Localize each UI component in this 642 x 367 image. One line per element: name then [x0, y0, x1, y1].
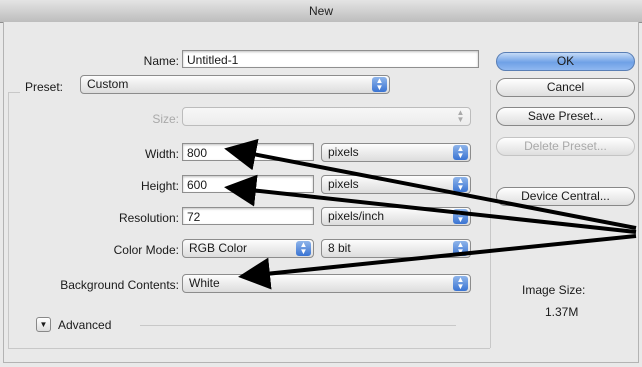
preset-group-border-bottom [8, 348, 490, 349]
up-down-arrows-icon: ▲ ▼ [453, 241, 468, 256]
background-select[interactable]: White ▲ ▼ [182, 274, 471, 293]
preset-label: Preset: [25, 80, 64, 94]
preset-select[interactable]: Custom ▲ ▼ [80, 75, 390, 94]
advanced-label: Advanced [58, 318, 112, 332]
height-unit-value: pixels [328, 177, 359, 191]
device-central-button[interactable]: Device Central... [496, 187, 635, 206]
background-value: White [189, 276, 220, 290]
background-label: Background Contents: [60, 278, 179, 292]
up-down-arrows-icon: ▲ ▼ [296, 241, 311, 256]
width-unit-value: pixels [328, 145, 359, 159]
height-field[interactable]: 600 [182, 175, 314, 193]
size-select: ▲ ▼ [182, 107, 471, 126]
resolution-unit-value: pixels/inch [328, 209, 385, 223]
width-field[interactable]: 800 [182, 143, 314, 161]
width-label: Width: [144, 147, 179, 161]
preset-group-border-left [8, 92, 9, 348]
up-down-arrows-icon: ▲ ▼ [372, 77, 387, 92]
up-down-arrows-icon: ▲ ▼ [453, 145, 468, 160]
name-label: Name: [143, 54, 179, 68]
width-unit-select[interactable]: pixels ▲ ▼ [321, 143, 471, 162]
preset-group-border-right [490, 80, 491, 348]
colormode-label: Color Mode: [113, 243, 179, 257]
resolution-unit-select[interactable]: pixels/inch ▲ ▼ [321, 207, 471, 226]
preset-value: Custom [87, 77, 129, 91]
window-title: New [308, 4, 333, 18]
window-titlebar: New [0, 0, 642, 23]
name-field[interactable]: Untitled-1 [182, 50, 479, 68]
height-label: Height: [140, 179, 179, 193]
image-size-label: Image Size: [522, 283, 586, 297]
bitdepth-value: 8 bit [328, 241, 351, 255]
advanced-divider [140, 325, 456, 326]
preset-group-border-top [8, 92, 20, 93]
up-down-arrows-icon: ▲ ▼ [453, 276, 468, 291]
delete-preset-button: Delete Preset... [496, 137, 635, 156]
height-unit-select[interactable]: pixels ▲ ▼ [321, 175, 471, 194]
colormode-select[interactable]: RGB Color ▲ ▼ [182, 239, 314, 258]
ok-button[interactable]: OK [496, 52, 635, 71]
disclosure-triangle-icon[interactable]: ▼ [36, 317, 51, 332]
bitdepth-select[interactable]: 8 bit ▲ ▼ [321, 239, 471, 258]
image-size-value: 1.37M [545, 305, 579, 319]
colormode-value: RGB Color [189, 241, 248, 255]
size-label: Size: [152, 112, 179, 126]
up-down-arrows-icon: ▲ ▼ [456, 108, 465, 124]
up-down-arrows-icon: ▲ ▼ [453, 209, 468, 224]
resolution-field[interactable]: 72 [182, 207, 314, 225]
resolution-label: Resolution: [118, 211, 179, 225]
up-down-arrows-icon: ▲ ▼ [453, 177, 468, 192]
cancel-button[interactable]: Cancel [496, 78, 635, 97]
save-preset-button[interactable]: Save Preset... [496, 107, 635, 126]
